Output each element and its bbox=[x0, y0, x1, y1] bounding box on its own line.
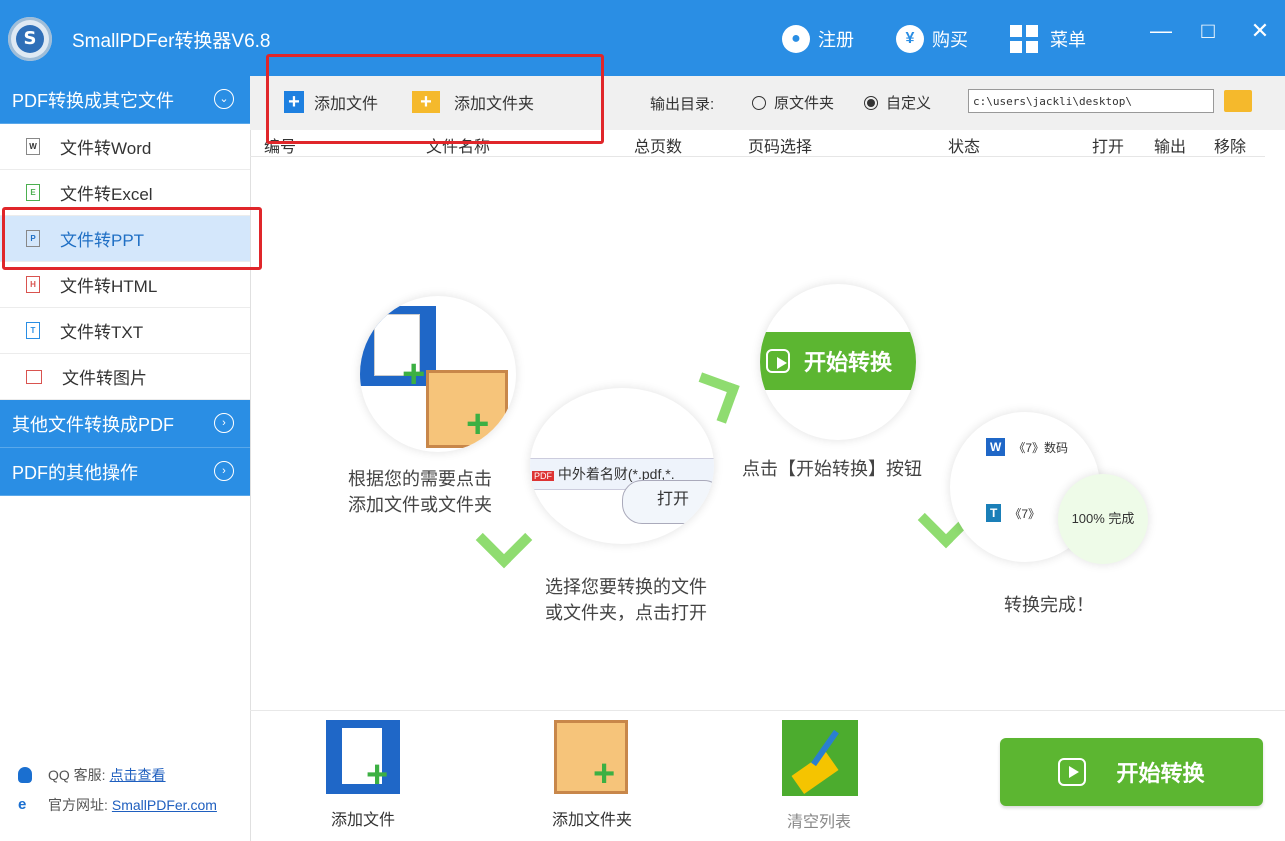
category-other-to-pdf[interactable]: 其他文件转换成PDF › bbox=[0, 400, 250, 448]
title-bar: S SmallPDFer转换器V6.8 ● 注册 ¥ 购买 菜单 — □ ✕ bbox=[0, 0, 1285, 76]
add-folder-icon: + bbox=[554, 720, 628, 795]
step1-illustration: + + bbox=[360, 296, 516, 452]
official-site: e 官方网址: SmallPDFer.com bbox=[18, 796, 217, 813]
chevron-down-icon: ⌄ bbox=[214, 89, 234, 109]
step4-caption: 转换完成！ bbox=[1004, 595, 1094, 615]
step1-caption: 根据您的需要点击 添加文件或文件夹 bbox=[348, 469, 492, 515]
buy-button[interactable]: ¥ 购买 bbox=[896, 22, 968, 56]
word-file-icon: W bbox=[26, 138, 40, 155]
col-output: 输出 bbox=[1154, 139, 1187, 156]
image-file-icon bbox=[26, 369, 42, 384]
col-pages: 总页数 bbox=[634, 139, 683, 156]
qq-support: QQ 客服: 点击查看 bbox=[18, 765, 166, 785]
yen-icon: ¥ bbox=[896, 25, 924, 53]
output-dir-label: 输出目录: bbox=[650, 96, 715, 113]
col-page-select: 页码选择 bbox=[748, 139, 813, 156]
user-icon: ● bbox=[782, 25, 810, 53]
register-button[interactable]: ● 注册 bbox=[782, 22, 854, 56]
browser-icon: e bbox=[18, 796, 27, 813]
qq-icon bbox=[18, 767, 32, 783]
official-site-link[interactable]: SmallPDFer.com bbox=[112, 797, 217, 813]
app-title: SmallPDFer转换器V6.8 bbox=[72, 31, 271, 52]
output-path-input[interactable]: c:\users\jackli\desktop\ bbox=[968, 89, 1214, 113]
sidebar-item-image[interactable]: 文件转图片 bbox=[0, 354, 250, 400]
start-convert-button[interactable]: 开始转换 bbox=[1000, 738, 1263, 806]
col-remove: 移除 bbox=[1214, 139, 1247, 156]
bottom-add-folder-button[interactable]: + 添加文件夹 bbox=[552, 720, 632, 830]
minimize-button[interactable]: — bbox=[1146, 18, 1176, 44]
broom-icon bbox=[782, 720, 858, 796]
highlight-ppt-item bbox=[2, 207, 262, 270]
bottom-add-file-button[interactable]: + 添加文件 bbox=[326, 720, 400, 830]
radio-original-folder[interactable]: 原文件夹 bbox=[752, 92, 834, 113]
category-pdf-ops[interactable]: PDF的其他操作 › bbox=[0, 448, 250, 496]
col-open: 打开 bbox=[1092, 139, 1125, 156]
clear-list-button[interactable]: 清空列表 bbox=[780, 720, 858, 832]
word-icon: W bbox=[986, 438, 1006, 456]
maximize-button[interactable]: □ bbox=[1193, 18, 1223, 44]
col-status: 状态 bbox=[948, 139, 981, 156]
chevron-right-icon: › bbox=[214, 461, 234, 481]
play-icon bbox=[766, 349, 790, 373]
open-button-illustration: 打开 bbox=[622, 480, 714, 524]
sidebar-item-txt[interactable]: T 文件转TXT bbox=[0, 308, 250, 354]
step3-caption: 点击【开始转换】按钮 bbox=[742, 459, 922, 479]
play-icon bbox=[1058, 758, 1087, 786]
grid-menu-icon bbox=[1010, 25, 1038, 53]
sidebar-item-word[interactable]: W 文件转Word bbox=[0, 124, 250, 170]
app-logo-icon: S bbox=[8, 17, 52, 61]
progress-bubble: 100% 完成 bbox=[1058, 474, 1148, 564]
txt-icon: T bbox=[986, 504, 1002, 522]
step3-illustration: 开始转换 bbox=[760, 284, 916, 440]
qq-support-link[interactable]: 点击查看 bbox=[110, 765, 166, 785]
step2-caption: 选择您要转换的文件 或文件夹，点击打开 bbox=[545, 577, 707, 623]
browse-folder-icon[interactable] bbox=[1224, 90, 1252, 112]
arrow-icon bbox=[688, 372, 740, 424]
html-file-icon: H bbox=[26, 276, 40, 293]
step2-illustration: PDF 中外着名财(*.pdf,*. 打开 bbox=[530, 388, 714, 544]
excel-file-icon: E bbox=[26, 184, 40, 201]
chevron-right-icon: › bbox=[214, 413, 234, 433]
close-button[interactable]: ✕ bbox=[1245, 18, 1275, 44]
category-pdf-to-other[interactable]: PDF转换成其它文件 ⌄ bbox=[0, 76, 250, 124]
radio-custom-folder[interactable]: 自定义 bbox=[864, 92, 931, 113]
arrow-icon bbox=[475, 511, 533, 569]
highlight-add-buttons bbox=[266, 54, 604, 144]
txt-file-icon: T bbox=[26, 322, 40, 339]
sidebar: PDF转换成其它文件 ⌄ W 文件转Word E 文件转Excel P 文件转PPT … bbox=[0, 76, 251, 841]
menu-button[interactable]: 菜单 bbox=[1010, 22, 1086, 56]
add-file-icon: + bbox=[326, 720, 400, 796]
